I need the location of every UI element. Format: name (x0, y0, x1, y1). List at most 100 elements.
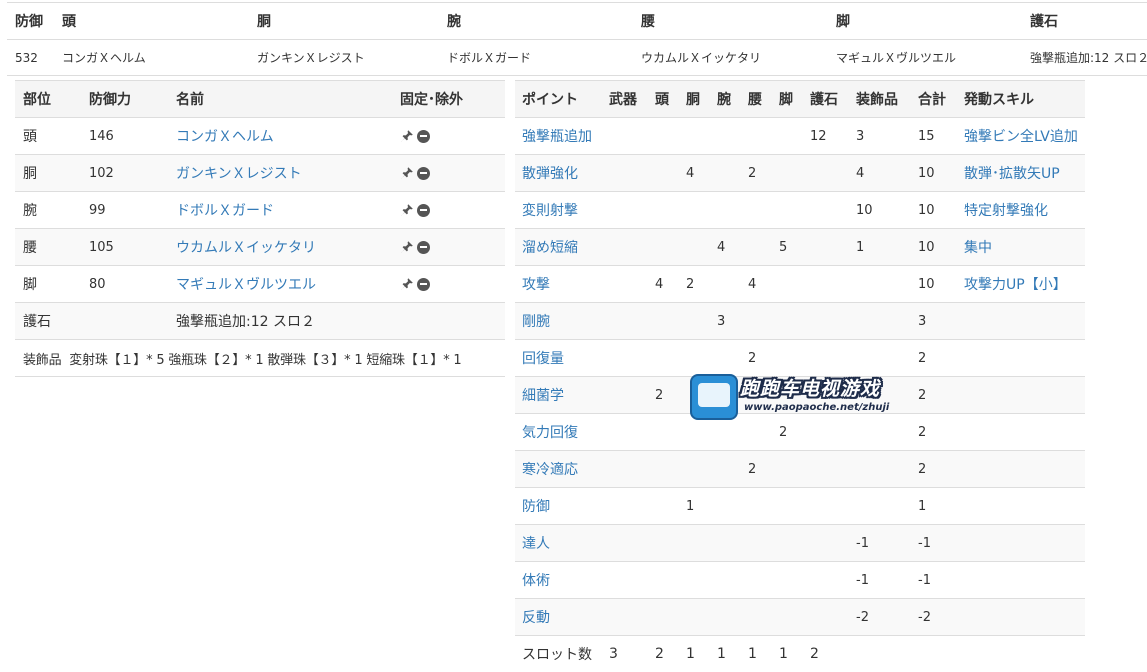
points-arms-cell (710, 562, 741, 599)
pin-icon[interactable] (400, 166, 414, 180)
points-head-cell (648, 155, 679, 192)
points-total-cell: -2 (911, 599, 957, 636)
activated-skill-link[interactable]: 攻撃力UP【小】 (964, 277, 1067, 293)
skill-point-link[interactable]: 散弾強化 (522, 166, 578, 182)
points-body-cell (679, 192, 710, 229)
watermark-title: 跑跑车电视游戏 (740, 374, 880, 401)
slot-head-cell: 2 (648, 636, 679, 672)
points-waist-cell (741, 229, 772, 266)
points-arms-cell (710, 118, 741, 155)
points-head-cell (648, 414, 679, 451)
points-weapon-cell (602, 599, 648, 636)
fix-exclude-controls (392, 266, 505, 303)
skill-point-link[interactable]: 回復量 (522, 351, 564, 367)
part-label: 腕 (15, 192, 81, 229)
charm-value: 強撃瓶追加:12 スロ２ (168, 303, 505, 340)
armor-name-link[interactable]: ウカムルＸイッケタリ (176, 240, 316, 256)
skill-point-link[interactable]: 溜め短縮 (522, 240, 578, 256)
minus-circle-icon[interactable] (417, 241, 430, 254)
points-legs-cell (772, 192, 803, 229)
part-defense: 102 (81, 155, 168, 192)
activated-skill-link[interactable]: 散弾･拡散矢UP (964, 166, 1060, 182)
pin-icon[interactable] (400, 240, 414, 254)
points-charm-cell (803, 155, 849, 192)
points-total-cell: 1 (911, 488, 957, 525)
points-deco-cell: 10 (849, 192, 911, 229)
minus-circle-icon[interactable] (417, 278, 430, 291)
fix-exclude-controls (392, 192, 505, 229)
points-head-cell (648, 340, 679, 377)
part-defense: 146 (81, 118, 168, 155)
part-defense: 99 (81, 192, 168, 229)
points-waist-cell (741, 118, 772, 155)
pin-icon[interactable] (400, 129, 414, 143)
armor-name-link[interactable]: マギュルＸヴルツエル (176, 277, 316, 293)
summary-header: 頭 (54, 3, 249, 40)
points-head-cell: 2 (648, 377, 679, 414)
table-row: 胴 102 ガンキンＸレジスト (15, 155, 505, 192)
points-waist-cell (741, 488, 772, 525)
points-waist-cell: 2 (741, 451, 772, 488)
points-total-cell: 2 (911, 340, 957, 377)
skill-point-link[interactable]: 体術 (522, 573, 550, 589)
armor-name-link[interactable]: ガンキンＸレジスト (176, 166, 302, 182)
armor-name-link[interactable]: コンガＸヘルム (176, 129, 274, 145)
skill-point-link[interactable]: 寒冷適応 (522, 462, 578, 478)
part-label: 頭 (15, 118, 81, 155)
skill-point-link[interactable]: 防御 (522, 499, 550, 515)
points-arms-cell: 4 (710, 229, 741, 266)
table-row: 強撃瓶追加12315強撃ビン全LV追加 (515, 118, 1085, 155)
points-deco-cell (849, 266, 911, 303)
points-charm-cell (803, 488, 849, 525)
points-header: 合計 (911, 81, 957, 118)
points-total-cell: 2 (911, 451, 957, 488)
points-charm-cell (803, 192, 849, 229)
skill-point-link[interactable]: 変則射撃 (522, 203, 578, 219)
skill-point-link[interactable]: 達人 (522, 536, 550, 552)
summary-charm-value: 強撃瓶追加:12 スロ２ (1022, 40, 1147, 76)
points-body-cell (679, 229, 710, 266)
part-label: 脚 (15, 266, 81, 303)
skill-point-link[interactable]: 気力回復 (522, 425, 578, 441)
table-row: 寒冷適応 2 2 (515, 451, 1085, 488)
points-total-cell: 10 (911, 192, 957, 229)
skill-point-link[interactable]: 細菌学 (522, 388, 564, 404)
points-charm-cell: 12 (803, 118, 849, 155)
parts-header-row: 部位 防御力 名前 固定･除外 (15, 81, 505, 118)
minus-circle-icon[interactable] (417, 130, 430, 143)
pin-icon[interactable] (400, 203, 414, 217)
slot-charm-cell: 2 (803, 636, 849, 672)
points-head-cell (648, 562, 679, 599)
activated-skill-link[interactable]: 特定射撃強化 (964, 203, 1048, 219)
points-total-cell: 2 (911, 414, 957, 451)
points-deco-cell (849, 488, 911, 525)
points-waist-cell (741, 192, 772, 229)
pin-icon[interactable] (400, 277, 414, 291)
points-total-cell: 10 (911, 266, 957, 303)
points-weapon-cell (602, 525, 648, 562)
activated-skill-link[interactable]: 強撃ビン全LV追加 (964, 129, 1078, 145)
points-charm-cell (803, 562, 849, 599)
skill-point-link[interactable]: 剛腕 (522, 314, 550, 330)
points-head-cell (648, 525, 679, 562)
table-row: 溜め短縮45110集中 (515, 229, 1085, 266)
summary-header: 脚 (828, 3, 1022, 40)
decorations-label: 装飾品 (23, 353, 61, 368)
table-row: 腕 99 ドボルＸガード (15, 192, 505, 229)
points-header: 頭 (648, 81, 679, 118)
part-label: 腰 (15, 229, 81, 266)
armor-name-link[interactable]: ドボルＸガード (176, 203, 274, 219)
points-deco-cell: -1 (849, 562, 911, 599)
points-head-cell (648, 451, 679, 488)
skill-point-link[interactable]: 攻撃 (522, 277, 550, 293)
activated-skill-link[interactable]: 集中 (964, 240, 992, 256)
summary-value-row: 532 コンガＸヘルム ガンキンＸレジスト ドボルＸガード ウカムルＸイッケタリ… (7, 40, 1147, 76)
watermark: 跑跑车电视游戏 www.paopaoche.net/zhuji (690, 370, 905, 422)
minus-circle-icon[interactable] (417, 204, 430, 217)
skill-point-link[interactable]: 反動 (522, 610, 550, 626)
skill-point-link[interactable]: 強撃瓶追加 (522, 129, 592, 145)
points-waist-cell (741, 303, 772, 340)
minus-circle-icon[interactable] (417, 167, 430, 180)
points-head-cell (648, 192, 679, 229)
points-weapon-cell (602, 192, 648, 229)
